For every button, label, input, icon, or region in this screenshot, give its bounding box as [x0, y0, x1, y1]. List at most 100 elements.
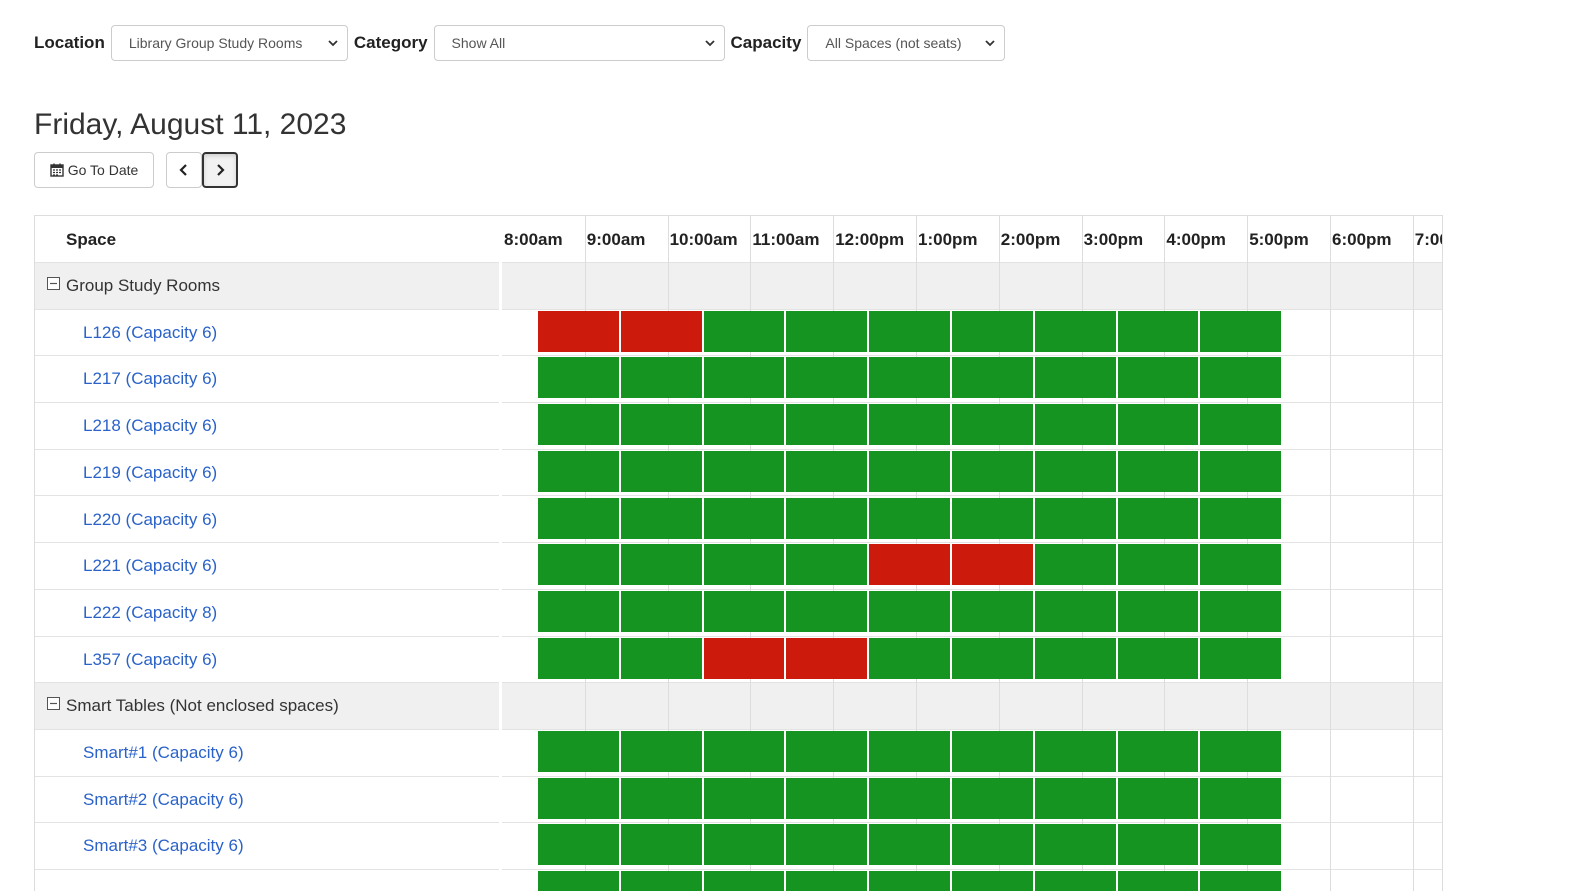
available-slot[interactable]: [538, 357, 619, 399]
next-day-button[interactable]: [202, 152, 238, 188]
available-slot[interactable]: [1034, 871, 1116, 891]
available-slot[interactable]: [869, 637, 950, 679]
available-slot[interactable]: [703, 450, 785, 492]
available-slot[interactable]: [703, 544, 785, 586]
available-slot[interactable]: [703, 590, 785, 632]
available-slot[interactable]: [1034, 404, 1116, 446]
available-slot[interactable]: [538, 404, 619, 446]
available-slot[interactable]: [703, 310, 785, 352]
available-slot[interactable]: [620, 404, 702, 446]
available-slot[interactable]: [1117, 590, 1199, 632]
available-slot[interactable]: [620, 357, 702, 399]
available-slot[interactable]: [1034, 450, 1116, 492]
available-slot[interactable]: [538, 731, 619, 772]
available-slot[interactable]: [1117, 357, 1199, 399]
available-slot[interactable]: [620, 824, 702, 866]
available-slot[interactable]: [1200, 777, 1282, 819]
available-slot[interactable]: [952, 404, 1033, 446]
available-slot[interactable]: [703, 871, 785, 891]
category-select[interactable]: Show All: [433, 25, 725, 61]
available-slot[interactable]: [620, 497, 702, 539]
available-slot[interactable]: [1200, 310, 1282, 352]
available-slot[interactable]: [869, 731, 950, 772]
available-slot[interactable]: [786, 777, 868, 819]
available-slot[interactable]: [1117, 497, 1199, 539]
available-slot[interactable]: [1034, 544, 1116, 586]
available-slot[interactable]: [1200, 544, 1282, 586]
room-link[interactable]: L218 (Capacity 6): [83, 416, 217, 436]
available-slot[interactable]: [1034, 637, 1116, 679]
available-slot[interactable]: [1200, 871, 1282, 891]
available-slot[interactable]: [620, 590, 702, 632]
available-slot[interactable]: [786, 824, 868, 866]
available-slot[interactable]: [1200, 824, 1282, 866]
available-slot[interactable]: [786, 871, 868, 891]
available-slot[interactable]: [1200, 450, 1282, 492]
available-slot[interactable]: [1034, 824, 1116, 866]
room-link[interactable]: L126 (Capacity 6): [83, 323, 217, 343]
available-slot[interactable]: [620, 871, 702, 891]
available-slot[interactable]: [952, 777, 1033, 819]
available-slot[interactable]: [1117, 871, 1199, 891]
available-slot[interactable]: [869, 357, 950, 399]
available-slot[interactable]: [1034, 357, 1116, 399]
available-slot[interactable]: [703, 357, 785, 399]
capacity-select[interactable]: All Spaces (not seats): [807, 25, 1006, 61]
available-slot[interactable]: [1117, 450, 1199, 492]
group-row[interactable]: Group Study Rooms: [35, 263, 499, 310]
room-link[interactable]: L222 (Capacity 8): [83, 603, 217, 623]
available-slot[interactable]: [952, 731, 1033, 772]
available-slot[interactable]: [538, 450, 619, 492]
available-slot[interactable]: [703, 824, 785, 866]
location-select[interactable]: Library Group Study Rooms: [110, 25, 348, 61]
available-slot[interactable]: [620, 450, 702, 492]
available-slot[interactable]: [1034, 731, 1116, 772]
available-slot[interactable]: [952, 450, 1033, 492]
available-slot[interactable]: [620, 544, 702, 586]
group-row[interactable]: Smart Tables (Not enclosed spaces): [35, 683, 499, 730]
available-slot[interactable]: [952, 824, 1033, 866]
available-slot[interactable]: [538, 637, 619, 679]
available-slot[interactable]: [1117, 824, 1199, 866]
available-slot[interactable]: [538, 777, 619, 819]
available-slot[interactable]: [538, 871, 619, 891]
available-slot[interactable]: [620, 637, 702, 679]
available-slot[interactable]: [620, 777, 702, 819]
collapse-icon[interactable]: [47, 697, 60, 711]
available-slot[interactable]: [786, 450, 868, 492]
previous-day-button[interactable]: [166, 152, 202, 188]
available-slot[interactable]: [1117, 544, 1199, 586]
room-link[interactable]: L221 (Capacity 6): [83, 556, 217, 576]
available-slot[interactable]: [786, 310, 868, 352]
available-slot[interactable]: [786, 731, 868, 772]
available-slot[interactable]: [1117, 731, 1199, 772]
available-slot[interactable]: [538, 497, 619, 539]
available-slot[interactable]: [538, 824, 619, 866]
available-slot[interactable]: [1200, 731, 1282, 772]
available-slot[interactable]: [1034, 777, 1116, 819]
available-slot[interactable]: [703, 404, 785, 446]
available-slot[interactable]: [703, 497, 785, 539]
available-slot[interactable]: [869, 824, 950, 866]
available-slot[interactable]: [869, 590, 950, 632]
room-link[interactable]: Smart#3 (Capacity 6): [83, 836, 244, 856]
available-slot[interactable]: [952, 310, 1033, 352]
available-slot[interactable]: [869, 404, 950, 446]
available-slot[interactable]: [538, 590, 619, 632]
available-slot[interactable]: [952, 871, 1033, 891]
available-slot[interactable]: [952, 497, 1033, 539]
available-slot[interactable]: [786, 357, 868, 399]
available-slot[interactable]: [1117, 777, 1199, 819]
available-slot[interactable]: [869, 871, 950, 891]
available-slot[interactable]: [703, 777, 785, 819]
available-slot[interactable]: [786, 590, 868, 632]
collapse-icon[interactable]: [47, 277, 60, 290]
available-slot[interactable]: [1200, 590, 1282, 632]
available-slot[interactable]: [1117, 637, 1199, 679]
go-to-date-button[interactable]: Go To Date: [34, 152, 154, 188]
available-slot[interactable]: [786, 544, 868, 586]
room-link[interactable]: L220 (Capacity 6): [83, 510, 217, 530]
room-link[interactable]: L357 (Capacity 6): [83, 650, 217, 670]
available-slot[interactable]: [1117, 404, 1199, 446]
available-slot[interactable]: [786, 497, 868, 539]
